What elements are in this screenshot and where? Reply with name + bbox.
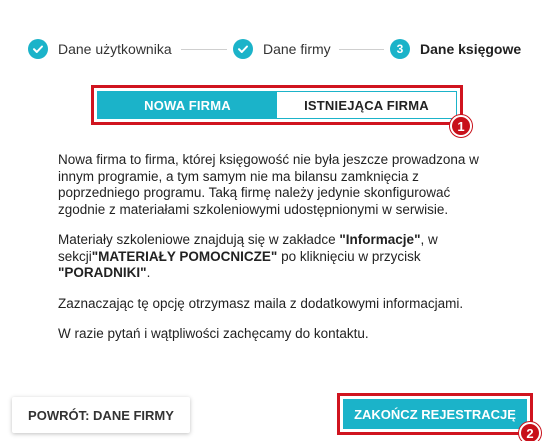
step-label: Dane księgowe — [420, 41, 522, 57]
step-accounting-data: 3 Dane księgowe — [390, 37, 521, 61]
company-type-toggle: NOWA FIRMA ISTNIEJĄCA FIRMA — [97, 91, 457, 119]
paragraph-training-materials: Materiały szkoleniowe znajdują się w zak… — [58, 232, 438, 280]
finish-registration-button[interactable]: ZAKOŃCZ REJESTRACJĘ — [343, 399, 527, 429]
step-number: 3 — [390, 39, 410, 59]
existing-company-button[interactable]: ISTNIEJĄCA FIRMA — [277, 92, 456, 118]
step-label: Dane użytkownika — [58, 41, 172, 57]
step-connector — [339, 49, 384, 50]
step-user-data: Dane użytkownika — [28, 37, 172, 61]
step-connector — [181, 49, 227, 50]
section-name-text: "MATERIAŁY POMOCNICZE" — [91, 248, 278, 264]
step-label: Dane firmy — [263, 41, 331, 57]
informacje-link-text: "Informacje" — [339, 232, 421, 247]
annotation-marker-2: 2 — [519, 422, 541, 441]
back-button[interactable]: POWRÓT: DANE FIRMY — [12, 397, 190, 433]
check-icon — [28, 39, 48, 59]
check-icon — [233, 39, 253, 59]
description-text: Nowa firma to firma, której księgowość n… — [58, 152, 498, 357]
poradniki-text: "PORADNIKI" — [58, 265, 147, 280]
step-company-data: Dane firmy — [233, 37, 331, 61]
paragraph-new-company: Nowa firma to firma, której księgowość n… — [58, 152, 479, 217]
paragraph-contact: W razie pytań i wątpliwości zachęcamy do… — [58, 326, 369, 341]
new-company-button[interactable]: NOWA FIRMA — [98, 92, 277, 118]
registration-stepper: Dane użytkownika Dane firmy 3 Dane księg… — [28, 37, 528, 61]
annotation-marker-1: 1 — [450, 115, 472, 137]
paragraph-email-info: Zaznaczając tę opcję otrzymasz maila z d… — [58, 295, 464, 311]
